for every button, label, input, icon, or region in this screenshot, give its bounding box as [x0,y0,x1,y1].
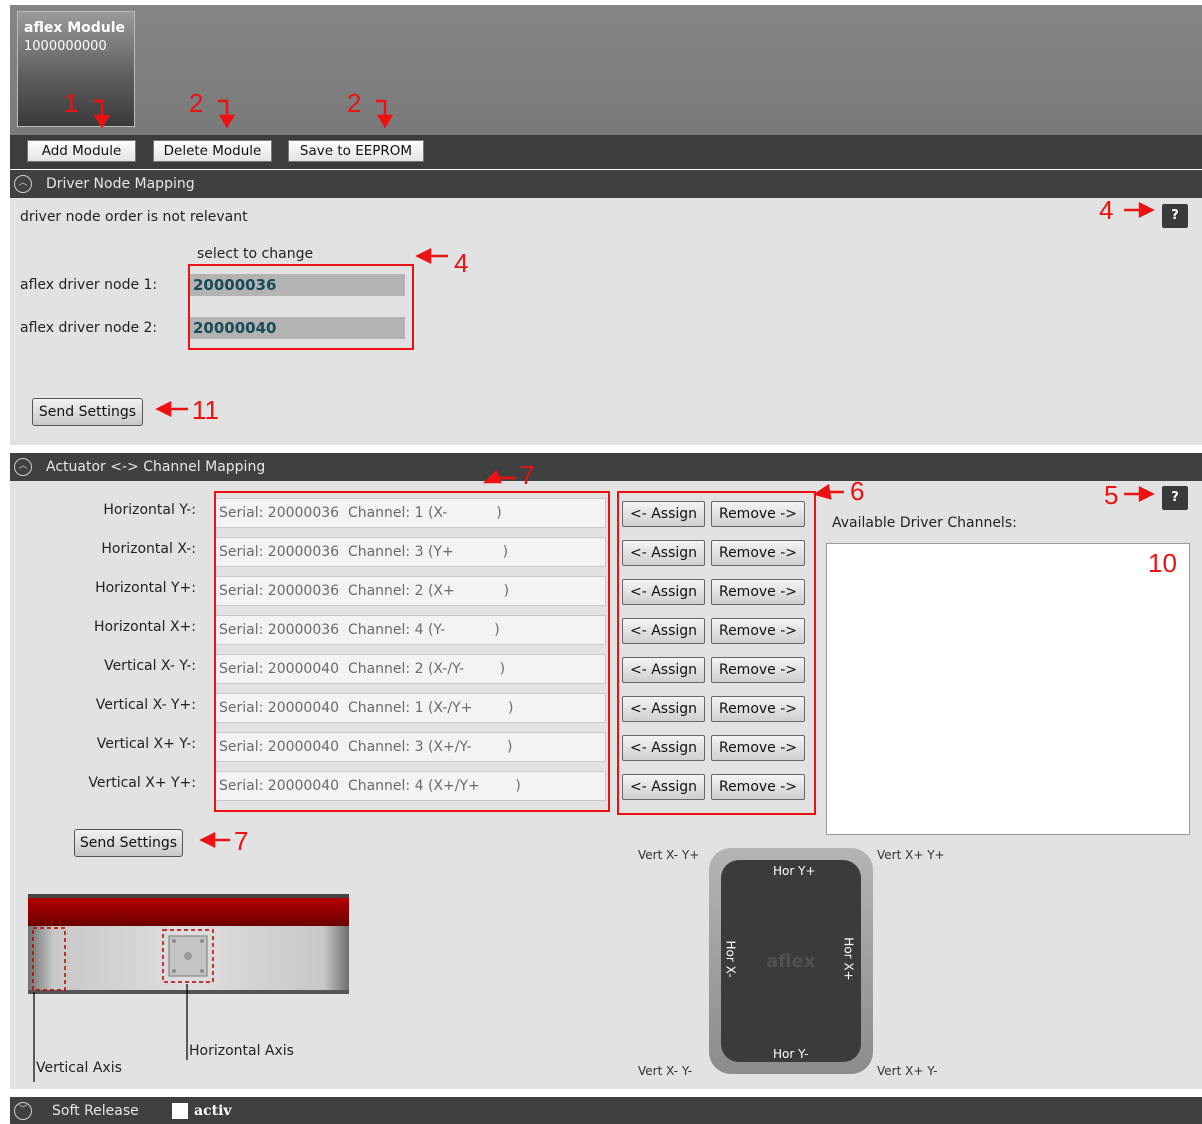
annotation-arrow [199,831,216,849]
annotation-arrow [93,114,111,129]
annotation-number: 5 [1104,480,1119,510]
annotation-number: 2 [189,88,204,118]
annotation-number: 4 [1099,195,1114,225]
annotation-number: 4 [454,248,469,278]
annotation-number: 6 [850,476,865,506]
annotation-arrow [482,469,502,484]
annotation-arrow [155,400,172,418]
annotation-number: 2 [347,88,362,118]
annotation-arrow [376,114,394,129]
annotation-number: 11 [192,395,219,425]
annotation-arrow [813,483,832,500]
annotation-number: 10 [1148,548,1177,578]
annotation-number: 7 [234,826,249,856]
annotation-arrow [218,114,236,129]
annotation-arrows [93,99,1155,849]
annotation-arrow [1138,201,1155,219]
annotation-arrow [415,247,432,265]
annotation-number: 1 [64,88,79,118]
annotation-number: 7 [520,460,535,490]
annotation-arrow [1138,485,1155,503]
